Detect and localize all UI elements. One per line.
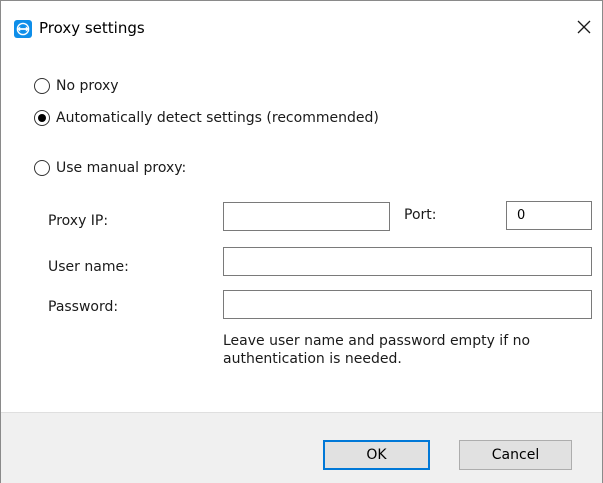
ok-button[interactable]: OK: [323, 440, 430, 470]
auto-detect-radio[interactable]: [34, 110, 50, 126]
proxy-settings-dialog: Proxy settings No proxy Automatically de…: [0, 0, 603, 483]
credentials-hint: Leave user name and password empty if no…: [223, 333, 531, 367]
manual-proxy-option[interactable]: Use manual proxy:: [34, 158, 186, 178]
no-proxy-label: No proxy: [56, 78, 119, 94]
auto-detect-label: Automatically detect settings (recommend…: [56, 110, 379, 126]
username-input[interactable]: [223, 247, 592, 276]
username-label: User name:: [48, 259, 129, 275]
manual-proxy-label: Use manual proxy:: [56, 160, 187, 176]
title-bar: Proxy settings: [1, 1, 602, 53]
dialog-title: Proxy settings: [39, 19, 145, 37]
proxy-ip-input[interactable]: [223, 202, 390, 231]
no-proxy-option[interactable]: No proxy: [34, 76, 119, 96]
port-label: Port:: [404, 207, 437, 223]
close-button[interactable]: [566, 11, 602, 47]
teamviewer-icon: [14, 20, 32, 38]
close-icon: [576, 19, 592, 39]
proxy-ip-label: Proxy IP:: [48, 213, 109, 229]
manual-proxy-radio[interactable]: [34, 160, 50, 176]
password-label: Password:: [48, 299, 119, 315]
cancel-button[interactable]: Cancel: [459, 440, 572, 470]
port-input[interactable]: [506, 201, 592, 230]
password-input[interactable]: [223, 290, 592, 319]
auto-detect-option[interactable]: Automatically detect settings (recommend…: [34, 108, 379, 128]
no-proxy-radio[interactable]: [34, 78, 50, 94]
